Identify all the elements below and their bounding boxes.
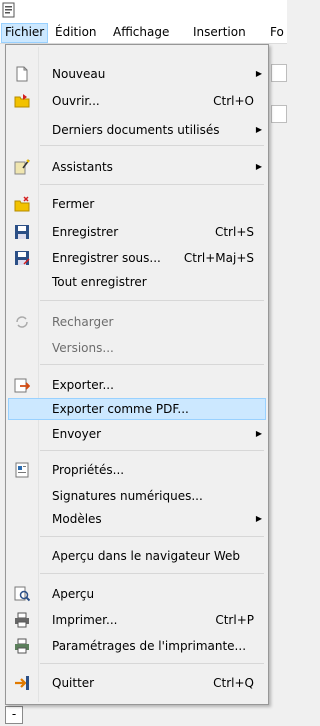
toolbar-field (271, 105, 287, 123)
menu-item-save-all[interactable]: Tout enregistrer (8, 271, 266, 293)
menu-bar: Fichier Édition Affichage Insertion Fo (0, 20, 287, 44)
menu-insertion[interactable]: Insertion (190, 24, 249, 42)
menu-affichage[interactable]: Affichage (110, 24, 172, 42)
toolbar-field (271, 64, 287, 82)
menu-item-send[interactable]: Envoyer ▶ (8, 423, 266, 445)
menu-separator (40, 145, 264, 146)
menu-separator (40, 184, 264, 185)
save-as-icon (15, 251, 30, 265)
menu-item-properties[interactable]: Propriétés... (8, 459, 266, 481)
close-document-icon (14, 196, 30, 212)
menu-item-recent[interactable]: Derniers documents utilisés ▶ (8, 119, 266, 141)
wizard-icon (14, 159, 30, 175)
menu-edition[interactable]: Édition (52, 24, 100, 42)
exit-icon (15, 676, 29, 690)
save-disk-icon (15, 225, 29, 239)
menu-item-save[interactable]: Enregistrer Ctrl+S (8, 221, 266, 243)
shortcut-label: Ctrl+O (213, 94, 254, 108)
shortcut-label: Ctrl+Q (213, 676, 254, 690)
submenu-arrow-icon: ▶ (255, 514, 262, 523)
background-window (268, 44, 287, 726)
submenu-arrow-icon: ▶ (255, 162, 262, 171)
menu-item-quit[interactable]: Quitter Ctrl+Q (8, 672, 266, 694)
submenu-arrow-icon: ▶ (255, 69, 262, 78)
menu-separator (40, 300, 264, 301)
menu-item-export[interactable]: Exporter... (8, 374, 266, 396)
submenu-arrow-icon: ▶ (255, 125, 262, 134)
menu-separator (40, 364, 264, 365)
menu-item-printer-settings[interactable]: Paramétrages de l'imprimante... (8, 635, 266, 657)
menu-item-versions: Versions... (52, 341, 114, 355)
menu-item-save-as[interactable]: Enregistrer sous... Ctrl+Maj+S (8, 247, 266, 269)
new-document-icon (16, 66, 28, 82)
shortcut-label: Ctrl+P (215, 613, 254, 627)
title-bar (0, 0, 287, 20)
menu-item-new[interactable]: Nouveau ▶ (8, 63, 266, 85)
document-app-icon (2, 2, 15, 18)
submenu-arrow-icon: ▶ (255, 429, 262, 438)
menu-format[interactable]: Fo (267, 24, 287, 42)
collapse-toggle[interactable]: - (5, 706, 23, 724)
printer-settings-icon (15, 638, 29, 654)
menu-separator (40, 573, 264, 574)
menu-item-templates[interactable]: Modèles ▶ (8, 508, 266, 530)
menu-item-reload: Recharger (8, 311, 266, 333)
printer-icon (15, 612, 29, 628)
menu-item-signatures[interactable]: Signatures numériques... (8, 485, 266, 507)
menu-item-wizards[interactable]: Assistants ▶ (8, 156, 266, 178)
file-menu-dropdown: Nouveau ▶ Ouvrir... Ctrl+O Derniers docu… (5, 44, 269, 705)
menu-item-export-pdf[interactable]: Exporter comme PDF... (8, 398, 266, 420)
menu-item-web-preview[interactable]: Aperçu dans le navigateur Web (8, 545, 266, 567)
menu-item-open[interactable]: Ouvrir... Ctrl+O (8, 90, 266, 112)
menu-separator (40, 663, 264, 664)
shortcut-label: Ctrl+Maj+S (183, 251, 254, 265)
menu-item-print[interactable]: Imprimer... Ctrl+P (8, 609, 266, 631)
menu-item-close[interactable]: Fermer (8, 193, 266, 215)
open-folder-icon (14, 94, 30, 108)
shortcut-label: Ctrl+S (214, 225, 254, 239)
menu-fichier[interactable]: Fichier (1, 23, 49, 43)
menu-separator (40, 450, 264, 451)
print-preview-icon (14, 586, 30, 602)
reload-icon (16, 316, 28, 328)
export-icon (14, 378, 30, 393)
menu-item-preview[interactable]: Aperçu (8, 583, 266, 605)
properties-icon (15, 462, 29, 478)
menu-separator (40, 536, 264, 537)
